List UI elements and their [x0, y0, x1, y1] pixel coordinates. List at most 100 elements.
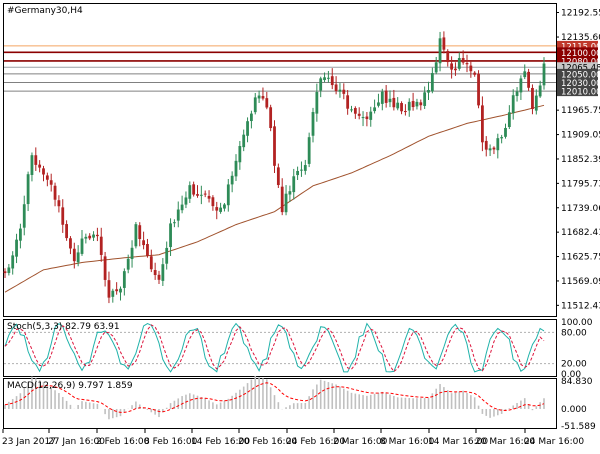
candle-body	[238, 146, 242, 163]
candle-body	[19, 228, 22, 241]
candle-body	[169, 223, 172, 248]
candle-body	[473, 72, 477, 75]
candle-body	[3, 271, 7, 274]
candle-body	[257, 95, 261, 99]
candle-body	[126, 258, 130, 270]
candle-body	[69, 238, 72, 249]
candle-body	[527, 71, 530, 88]
candle-body	[49, 180, 53, 185]
candle-body	[327, 77, 330, 79]
candle-body	[511, 95, 515, 114]
candle-body	[427, 89, 430, 93]
candle-body	[361, 117, 365, 119]
candle-body	[415, 101, 419, 107]
candle-body	[303, 165, 307, 171]
macd-tick-label: 84.830	[561, 377, 593, 387]
stoch-tick-label: 100.00	[561, 318, 593, 328]
candle-body	[465, 63, 469, 65]
candle-body	[96, 234, 99, 237]
candle-body	[196, 194, 199, 196]
candle-body	[149, 256, 153, 270]
candle-body	[377, 102, 380, 106]
price-tick-label: 11739.06	[561, 204, 600, 214]
candle-body	[311, 112, 315, 136]
candle-body	[500, 137, 504, 139]
candle-body	[488, 148, 492, 151]
candle-body	[165, 247, 169, 264]
candle-body	[315, 92, 319, 114]
candle-body	[284, 193, 288, 213]
candle-body	[280, 186, 284, 213]
macd-tick-label: 0.000	[561, 405, 587, 415]
candle-body	[122, 271, 126, 288]
candle-body	[111, 290, 115, 297]
candle-body	[457, 58, 461, 69]
candle-body	[481, 105, 484, 143]
candle-body	[45, 175, 49, 180]
candle-body	[107, 280, 111, 298]
price-tick-label: 11852.39	[561, 155, 600, 165]
candle-body	[353, 108, 357, 114]
candle-body	[477, 73, 480, 106]
candle-body	[180, 204, 184, 211]
candle-body	[338, 89, 342, 92]
candle-body	[223, 204, 226, 209]
candle-body	[42, 168, 45, 175]
candle-body	[176, 209, 180, 221]
candle-body	[184, 197, 188, 205]
candle-body	[72, 248, 76, 262]
candle-body	[188, 185, 192, 199]
candle-body	[230, 175, 234, 185]
candle-body	[157, 274, 161, 280]
macd-label: MACD(12,26,9) 9.797 1.859	[7, 381, 133, 391]
candle-body	[484, 140, 488, 150]
candle-body	[250, 113, 253, 122]
candle-body	[542, 63, 546, 86]
candle-body	[531, 87, 534, 110]
price-tick-label: 11625.75	[561, 253, 600, 263]
candle-body	[146, 244, 149, 256]
candle-body	[450, 63, 453, 70]
candle-body	[365, 116, 369, 120]
candle-body	[373, 107, 376, 112]
candle-body	[396, 102, 400, 109]
candle-body	[523, 71, 527, 78]
candle-body	[261, 96, 265, 99]
candle-body	[80, 238, 84, 254]
candle-body	[307, 137, 311, 164]
candle-body	[173, 222, 176, 224]
candle-body	[288, 191, 292, 195]
candle-body	[334, 84, 338, 92]
stoch-label: Stoch(5,3,3) 82.79 63.91	[7, 322, 120, 332]
time-tick-label: 2 Feb 16:00	[96, 437, 150, 447]
candle-body	[161, 264, 165, 281]
candle-body	[153, 270, 157, 276]
candle-body	[15, 239, 18, 257]
chart-window: 12115.0012100.0012080.0012065.4812050.00…	[0, 0, 600, 450]
candle-body	[265, 98, 269, 108]
candle-body	[469, 65, 473, 72]
candle-body	[319, 78, 323, 91]
candle-body	[57, 200, 61, 207]
candle-body	[253, 97, 257, 113]
candle-body	[92, 234, 95, 238]
candle-body	[61, 207, 65, 225]
candle-body	[88, 235, 92, 239]
candle-body	[192, 184, 196, 195]
time-tick-label: 8 Mar 16:00	[380, 437, 435, 447]
price-tick-label: 11909.05	[561, 131, 600, 141]
candle-body	[7, 267, 11, 273]
candle-body	[454, 68, 457, 71]
candle-body	[369, 111, 373, 120]
candle-body	[434, 62, 438, 73]
candle-body	[507, 112, 511, 128]
time-tick-label: 24 Mar 16:00	[524, 437, 584, 447]
candle-body	[430, 73, 434, 92]
candle-body	[323, 77, 326, 81]
candle-body	[246, 121, 249, 136]
price-tick-label: 11569.09	[561, 277, 600, 287]
candle-body	[404, 111, 407, 113]
candle-body	[211, 197, 215, 207]
candle-body	[392, 97, 396, 108]
candle-body	[384, 90, 388, 103]
